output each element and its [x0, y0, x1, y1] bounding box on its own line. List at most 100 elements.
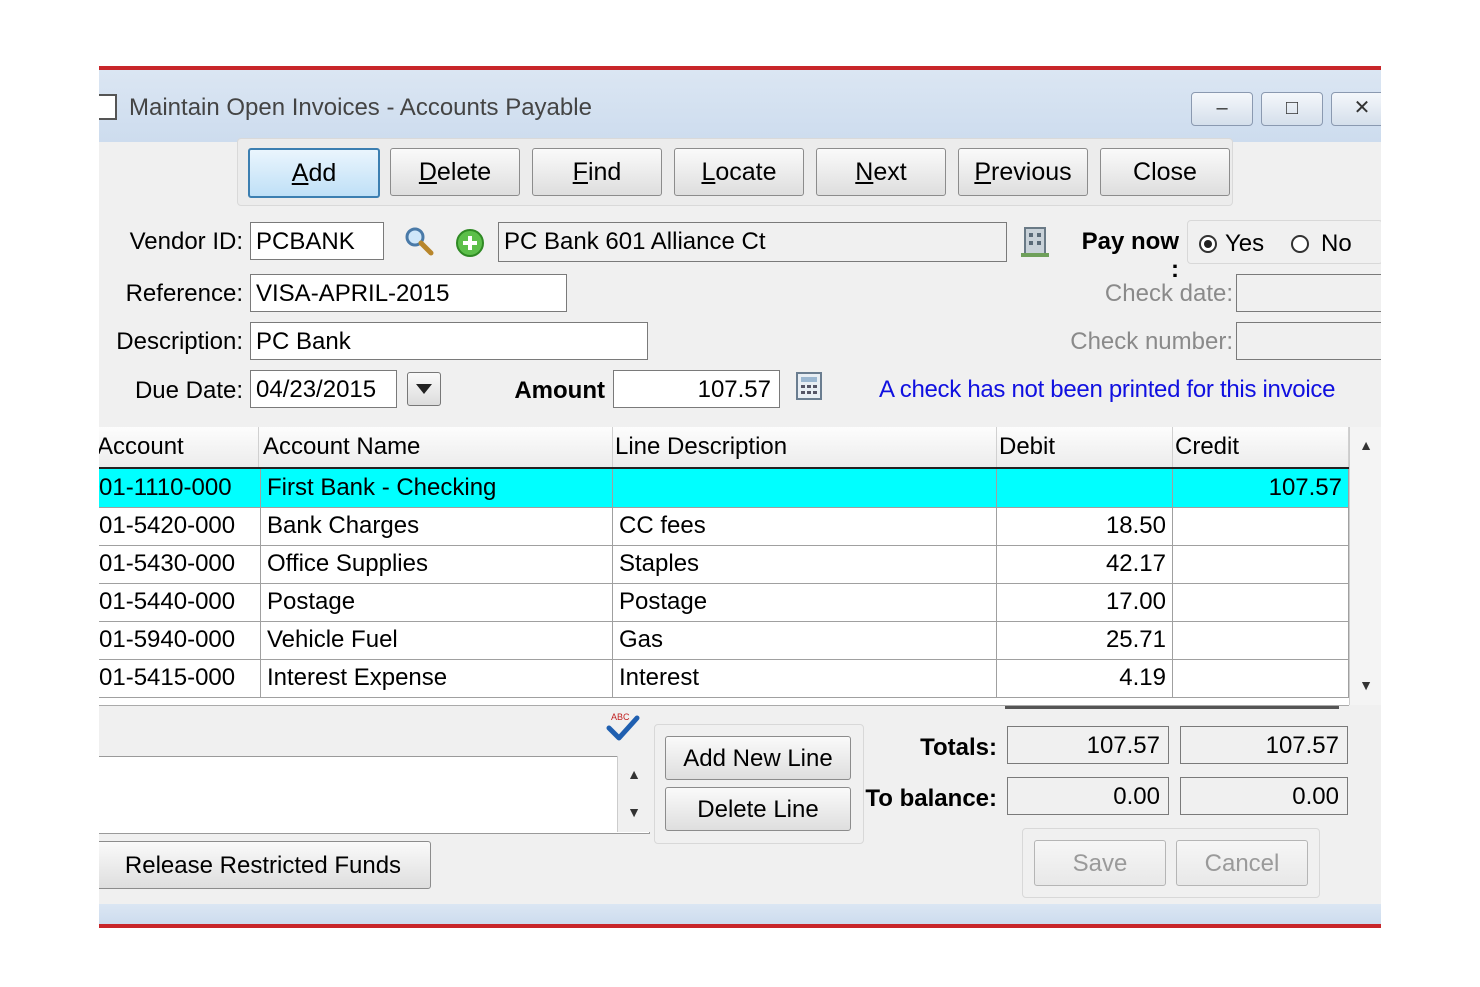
delete-button[interactable]: Delete — [390, 148, 520, 196]
table-row[interactable]: 01-5440-000 Postage Postage 17.00 — [99, 583, 1349, 622]
cell-debit — [997, 469, 1173, 507]
delete-line-button[interactable]: Delete Line — [665, 787, 851, 831]
table-row[interactable]: 01-5420-000 Bank Charges CC fees 18.50 — [99, 507, 1349, 546]
table-row[interactable]: 01-5430-000 Office Supplies Staples 42.1… — [99, 545, 1349, 584]
pay-now-no-radio[interactable] — [1291, 235, 1309, 253]
add-vendor-icon[interactable] — [455, 228, 485, 258]
cell-debit: 18.50 — [997, 507, 1173, 545]
totals-label: Totals: — [920, 734, 997, 761]
delete-mnemonic: D — [418, 158, 437, 186]
memo-scroll-down-icon[interactable]: ▼ — [618, 804, 650, 820]
scroll-down-icon[interactable]: ▼ — [1350, 677, 1381, 693]
locate-button[interactable]: Locate — [674, 148, 804, 196]
totals-credit-field: 107.57 — [1180, 726, 1348, 764]
add-new-line-button[interactable]: Add New Line — [665, 736, 851, 780]
cell-account-name: Interest Expense — [261, 659, 613, 697]
balance-debit-field: 0.00 — [1007, 777, 1169, 815]
svg-text:ABC: ABC — [611, 712, 630, 722]
close-button[interactable]: Close — [1100, 148, 1230, 196]
release-restricted-funds-button[interactable]: Release Restricted Funds — [99, 841, 431, 889]
save-button[interactable]: Save — [1034, 840, 1166, 886]
memo-scrollbar[interactable]: ▲ ▼ — [617, 756, 650, 832]
vendor-name-field: PC Bank 601 Alliance Ct — [498, 222, 1007, 262]
next-button[interactable]: Next — [816, 148, 946, 196]
line-items-grid: Account Account Name Line Description De… — [99, 427, 1349, 706]
cell-debit: 25.71 — [997, 621, 1173, 659]
pay-now-label: Pay now : — [1081, 228, 1179, 283]
reference-field[interactable]: VISA-APRIL-2015 — [250, 274, 567, 312]
find-button[interactable]: Find — [532, 148, 662, 196]
locate-mnemonic: L — [701, 158, 716, 186]
cell-line-description — [613, 469, 997, 507]
spell-check-icon[interactable]: ABC — [605, 710, 641, 742]
close-window-button[interactable]: ✕ — [1331, 92, 1381, 126]
table-row[interactable]: 01-1110-000 First Bank - Checking 107.57 — [99, 469, 1349, 508]
description-label: Description: — [116, 328, 243, 355]
title-bar: Maintain Open Invoices - Accounts Payabl… — [99, 70, 1381, 142]
column-header-debit[interactable]: Debit — [997, 427, 1173, 467]
check-date-label: Check date: — [1104, 280, 1233, 307]
minimize-button[interactable]: – — [1191, 92, 1253, 126]
totals-debit-field: 107.57 — [1007, 726, 1169, 764]
search-icon[interactable] — [404, 226, 434, 256]
amount-field[interactable]: 107.57 — [613, 370, 780, 408]
find-mnemonic: F — [572, 158, 588, 186]
memo-textarea[interactable] — [99, 756, 650, 834]
due-date-label: Due Date: — [134, 377, 243, 404]
cell-line-description: Postage — [613, 583, 997, 621]
cell-credit — [1173, 659, 1349, 697]
description-field[interactable]: PC Bank — [250, 322, 648, 360]
table-row[interactable]: 01-5940-000 Vehicle Fuel Gas 25.71 — [99, 621, 1349, 660]
add-mnemonic: A — [291, 159, 309, 187]
next-mnemonic: N — [855, 158, 874, 186]
memo-scroll-up-icon[interactable]: ▲ — [618, 766, 650, 782]
cell-account: 01-1110-000 — [99, 469, 261, 507]
vendor-id-field[interactable]: PCBANK — [250, 222, 384, 260]
maximize-button[interactable]: □ — [1261, 92, 1323, 126]
add-button[interactable]: Add — [248, 148, 380, 198]
invoice-window: Maintain Open Invoices - Accounts Payabl… — [99, 66, 1381, 928]
scroll-up-icon[interactable]: ▲ — [1350, 437, 1381, 453]
to-balance-label: To balance: — [865, 785, 997, 812]
cell-debit: 4.19 — [997, 659, 1173, 697]
window-title: Maintain Open Invoices - Accounts Payabl… — [129, 94, 592, 121]
cell-credit — [1173, 621, 1349, 659]
previous-button[interactable]: Previous — [958, 148, 1088, 196]
column-header-credit[interactable]: Credit — [1173, 427, 1349, 467]
pay-now-no-label: No — [1321, 230, 1352, 257]
table-row[interactable]: 01-5415-000 Interest Expense Interest 4.… — [99, 659, 1349, 698]
due-date-field[interactable]: 04/23/2015 — [250, 370, 397, 408]
cell-debit: 17.00 — [997, 583, 1173, 621]
cell-account-name: Office Supplies — [261, 545, 613, 583]
date-dropdown-button[interactable] — [407, 372, 441, 406]
cell-debit: 42.17 — [997, 545, 1173, 583]
form-icon — [99, 94, 117, 120]
check-number-field — [1236, 322, 1381, 360]
column-header-line-description[interactable]: Line Description — [613, 427, 997, 467]
cancel-button[interactable]: Cancel — [1176, 840, 1308, 886]
grid-scrollbar[interactable]: ▲ ▼ — [1349, 427, 1381, 705]
check-date-field — [1236, 274, 1381, 312]
cell-account: 01-5440-000 — [99, 583, 261, 621]
reference-label: Reference: — [125, 280, 243, 307]
grid-header: Account Account Name Line Description De… — [99, 427, 1349, 469]
cell-account-name: Postage — [261, 583, 613, 621]
cell-credit — [1173, 507, 1349, 545]
check-number-label: Check number: — [1070, 328, 1233, 355]
cell-credit — [1173, 545, 1349, 583]
totals-divider — [1005, 706, 1339, 709]
cell-account: 01-5430-000 — [99, 545, 261, 583]
cell-account: 01-5940-000 — [99, 621, 261, 659]
cell-account-name: First Bank - Checking — [261, 469, 613, 507]
amount-label: Amount — [514, 377, 605, 404]
vendor-id-label: Vendor ID: — [129, 228, 243, 255]
cell-account: 01-5420-000 — [99, 507, 261, 545]
column-header-account-name[interactable]: Account Name — [261, 427, 613, 467]
cell-credit — [1173, 583, 1349, 621]
cell-line-description: CC fees — [613, 507, 997, 545]
pay-now-yes-radio[interactable] — [1199, 235, 1217, 253]
column-header-account[interactable]: Account — [99, 427, 259, 467]
window-bottom-frame — [99, 904, 1381, 924]
building-icon[interactable] — [1019, 224, 1051, 258]
calculator-icon[interactable] — [796, 372, 822, 400]
